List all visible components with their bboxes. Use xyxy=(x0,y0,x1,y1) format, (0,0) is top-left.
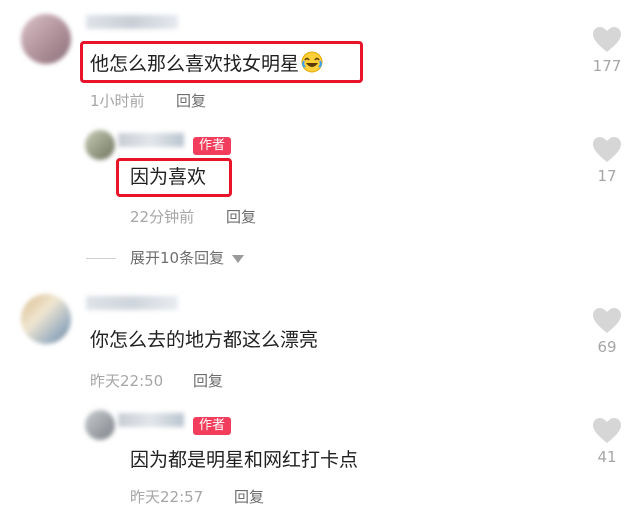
heart-icon xyxy=(593,137,621,162)
reply-time: 22分钟前 xyxy=(130,208,195,226)
reply-button[interactable]: 回复 xyxy=(176,94,206,109)
avatar[interactable] xyxy=(85,130,115,160)
divider-line xyxy=(86,258,116,259)
heart-icon xyxy=(593,308,621,333)
like-button[interactable]: 17 xyxy=(590,136,624,184)
reply-time: 昨天22:57 xyxy=(130,488,204,506)
like-count: 17 xyxy=(597,167,617,185)
laughing-tears-emoji-icon xyxy=(301,51,323,77)
comment-text: 他怎么那么喜欢找女明星 xyxy=(90,51,323,77)
heart-icon xyxy=(593,27,621,52)
author-badge: 作者 xyxy=(193,417,232,435)
chevron-down-icon xyxy=(232,254,245,263)
reply-button[interactable]: 回复 xyxy=(234,490,264,505)
reply-text: 因为都是明星和网红打卡点 xyxy=(130,449,359,471)
username-blurred[interactable] xyxy=(118,413,184,427)
reply-button[interactable]: 回复 xyxy=(226,210,256,225)
like-button[interactable]: 177 xyxy=(590,26,624,74)
like-count: 69 xyxy=(597,338,617,356)
comment-time: 1小时前 xyxy=(90,92,145,110)
username-blurred[interactable] xyxy=(118,133,184,147)
username-blurred[interactable] xyxy=(86,296,178,310)
comment-time: 昨天22:50 xyxy=(90,372,164,390)
avatar[interactable] xyxy=(85,410,115,440)
username-blurred[interactable] xyxy=(86,15,178,29)
expand-replies-button[interactable]: 展开10条回复 xyxy=(86,249,245,267)
avatar[interactable] xyxy=(21,14,71,64)
avatar[interactable] xyxy=(21,294,71,344)
like-button[interactable]: 69 xyxy=(590,307,624,355)
like-count: 41 xyxy=(597,448,617,466)
like-button[interactable]: 41 xyxy=(590,417,624,465)
reply-button[interactable]: 回复 xyxy=(193,374,223,389)
like-count: 177 xyxy=(592,57,622,75)
reply-text: 因为喜欢 xyxy=(130,166,207,188)
author-badge: 作者 xyxy=(193,137,232,155)
heart-icon xyxy=(593,418,621,443)
expand-replies-label: 展开10条回复 xyxy=(130,249,225,267)
comment-text: 你怎么去的地方都这么漂亮 xyxy=(90,329,319,351)
